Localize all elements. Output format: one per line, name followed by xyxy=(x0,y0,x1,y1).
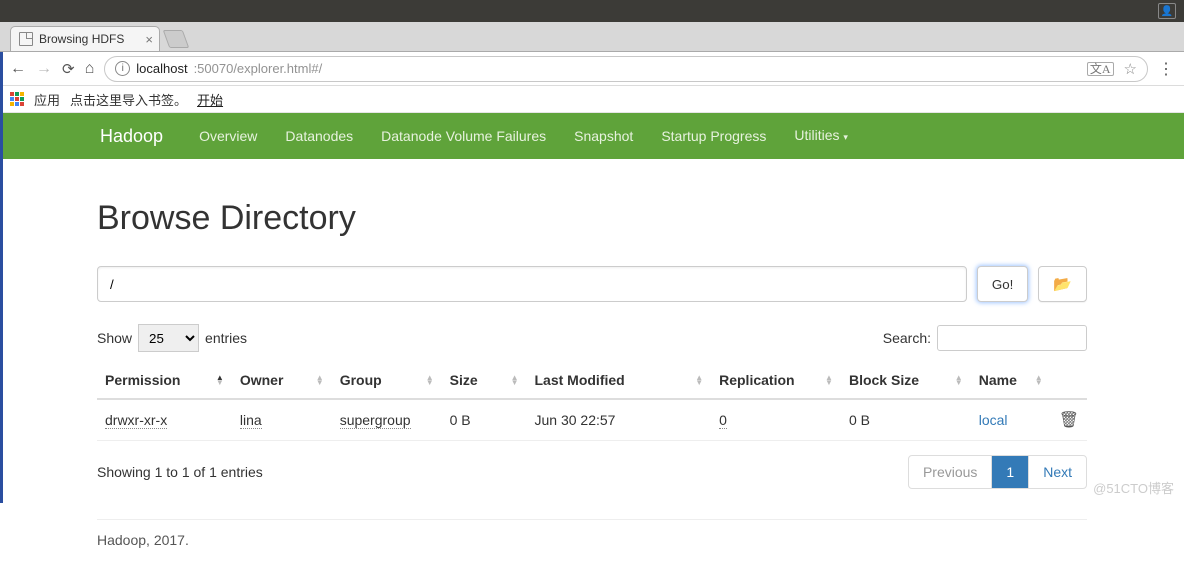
watermark: @51CTO博客 xyxy=(1093,478,1174,497)
tab-title: Browsing HDFS xyxy=(39,32,124,46)
new-tab-button[interactable] xyxy=(163,30,190,48)
col-modified[interactable]: Last Modified▲▼ xyxy=(526,362,711,399)
nav-startup-progress[interactable]: Startup Progress xyxy=(647,113,780,159)
app-navbar: Hadoop Overview Datanodes Datanode Volum… xyxy=(0,113,1184,159)
go-button[interactable]: Go! xyxy=(977,266,1028,302)
bookmarks-bar: 应用 点击这里导入书签。 开始 xyxy=(0,86,1184,113)
path-input[interactable] xyxy=(97,266,967,302)
sort-icon: ▲▼ xyxy=(316,375,324,385)
delete-icon[interactable]: 🗑 xyxy=(1059,412,1079,429)
cell-owner[interactable]: lina xyxy=(240,412,262,429)
pager-prev[interactable]: Previous xyxy=(909,456,991,488)
pager-page-1[interactable]: 1 xyxy=(991,456,1028,488)
apps-icon[interactable] xyxy=(10,92,24,106)
menu-icon[interactable]: ⋮ xyxy=(1158,59,1174,79)
apps-label[interactable]: 应用 xyxy=(34,90,60,109)
col-permission[interactable]: Permission▲▼ xyxy=(97,362,232,399)
forward-icon[interactable]: → xyxy=(36,60,52,78)
page-icon xyxy=(19,32,33,46)
caret-down-icon: ▾ xyxy=(843,132,848,142)
import-bookmarks-hint: 点击这里导入书签。 xyxy=(70,90,187,109)
nav-snapshot[interactable]: Snapshot xyxy=(560,113,647,159)
col-group[interactable]: Group▲▼ xyxy=(332,362,442,399)
col-replication[interactable]: Replication▲▼ xyxy=(711,362,841,399)
back-icon[interactable]: ← xyxy=(10,60,26,78)
page-title: Browse Directory xyxy=(97,199,1087,238)
open-folder-button[interactable] xyxy=(1038,266,1087,302)
cell-name-link[interactable]: local xyxy=(979,412,1008,428)
url-host: localhost xyxy=(136,61,187,76)
info-icon[interactable]: i xyxy=(115,61,130,76)
sort-icon: ▲▼ xyxy=(511,375,519,385)
cell-size: 0 B xyxy=(442,399,527,441)
browser-tab-strip: Browsing HDFS × xyxy=(0,22,1184,52)
cell-blocksize: 0 B xyxy=(841,399,971,441)
table-row: drwxr-xr-x lina supergroup 0 B Jun 30 22… xyxy=(97,399,1087,441)
nav-overview[interactable]: Overview xyxy=(185,113,271,159)
col-name[interactable]: Name▲▼ xyxy=(971,362,1051,399)
user-icon[interactable]: 👤 xyxy=(1158,3,1176,19)
col-blocksize[interactable]: Block Size▲▼ xyxy=(841,362,971,399)
bookmark-star-icon[interactable]: ☆ xyxy=(1124,60,1137,78)
brand-label[interactable]: Hadoop xyxy=(100,126,163,147)
pager: Previous 1 Next xyxy=(908,455,1087,489)
reload-icon[interactable]: ⟳ xyxy=(62,60,75,78)
cell-permission[interactable]: drwxr-xr-x xyxy=(105,412,167,429)
sort-icon: ▲▼ xyxy=(1035,375,1043,385)
search-input[interactable] xyxy=(937,325,1087,351)
sort-icon: ▲▼ xyxy=(955,375,963,385)
sort-icon: ▲▼ xyxy=(216,375,224,385)
folder-open-icon xyxy=(1053,275,1072,293)
translate-icon[interactable]: 文A xyxy=(1087,62,1114,76)
browser-nav-bar: ← → ⟳ ⌂ i localhost :50070/explorer.html#… xyxy=(0,52,1184,86)
browser-tab[interactable]: Browsing HDFS × xyxy=(10,26,160,51)
search-label: Search: xyxy=(883,330,931,346)
cell-group[interactable]: supergroup xyxy=(340,412,411,429)
col-size[interactable]: Size▲▼ xyxy=(442,362,527,399)
home-icon[interactable]: ⌂ xyxy=(85,60,95,78)
page-footer: Hadoop, 2017. xyxy=(97,519,1087,548)
directory-table: Permission▲▼ Owner▲▼ Group▲▼ Size▲▼ Last… xyxy=(97,362,1087,441)
nav-volume-failures[interactable]: Datanode Volume Failures xyxy=(367,113,560,159)
sort-icon: ▲▼ xyxy=(695,375,703,385)
left-edge-stripe xyxy=(0,52,3,503)
url-path: :50070/explorer.html#/ xyxy=(194,61,323,76)
sort-icon: ▲▼ xyxy=(825,375,833,385)
col-owner[interactable]: Owner▲▼ xyxy=(232,362,332,399)
window-titlebar: 👤 xyxy=(0,0,1184,22)
cell-modified: Jun 30 22:57 xyxy=(526,399,711,441)
main-container: Browse Directory Go! Show 25 entries Sea… xyxy=(97,199,1087,568)
url-bar[interactable]: i localhost :50070/explorer.html#/ 文A ☆ xyxy=(104,56,1148,82)
cell-replication[interactable]: 0 xyxy=(719,412,727,429)
table-info: Showing 1 to 1 of 1 entries xyxy=(97,464,263,480)
close-tab-icon[interactable]: × xyxy=(145,32,153,47)
show-label: Show xyxy=(97,330,132,346)
page-size-select[interactable]: 25 xyxy=(138,324,199,352)
pager-next[interactable]: Next xyxy=(1028,456,1086,488)
entries-label: entries xyxy=(205,330,247,346)
start-bookmark-link[interactable]: 开始 xyxy=(197,90,223,109)
sort-icon: ▲▼ xyxy=(426,375,434,385)
nav-datanodes[interactable]: Datanodes xyxy=(271,113,367,159)
nav-utilities[interactable]: Utilities ▾ xyxy=(780,112,862,160)
